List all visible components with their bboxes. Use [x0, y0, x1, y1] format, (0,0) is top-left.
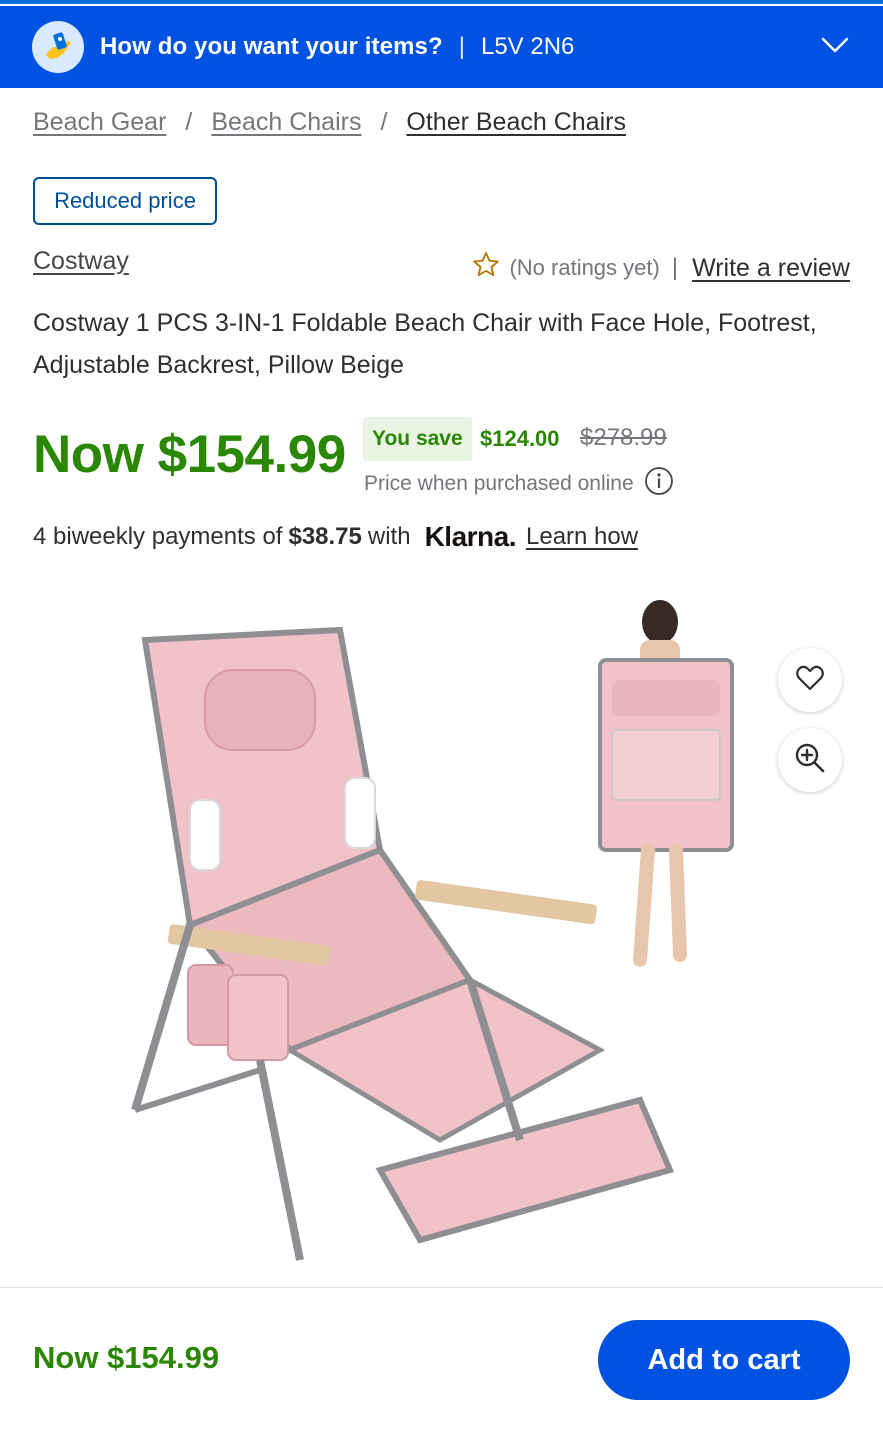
klarna-logo: Klarna.	[424, 521, 517, 552]
klarna-with: with	[367, 523, 411, 550]
klarna-installments: 4 biweekly payments of $38.75 with Klarn…	[33, 521, 638, 553]
save-amount: $124.00	[480, 426, 560, 451]
add-to-cart-button[interactable]: Add to cart	[598, 1320, 850, 1400]
header-separator: |	[458, 33, 465, 60]
breadcrumb-beach-chairs[interactable]: Beach Chairs	[211, 108, 361, 137]
write-review-link[interactable]: Write a review	[692, 254, 850, 283]
heart-icon	[795, 664, 825, 697]
footer-price: Now $154.99	[33, 1340, 220, 1375]
current-price: Now $154.99	[33, 425, 346, 484]
star-outline-icon	[471, 250, 501, 286]
favorite-button[interactable]	[778, 648, 842, 712]
product-image	[131, 600, 734, 1261]
chevron-down-icon[interactable]	[821, 36, 849, 59]
reduced-price-badge: Reduced price	[33, 177, 217, 225]
breadcrumb-beach-gear[interactable]: Beach Gear	[33, 108, 166, 137]
breadcrumb-separator: /	[185, 108, 193, 136]
klarna-prefix: 4 biweekly payments of	[33, 523, 283, 550]
breadcrumb-other-beach-chairs[interactable]: Other Beach Chairs	[406, 108, 626, 137]
postal-code: L5V 2N6	[480, 33, 575, 60]
delivery-hand-icon	[32, 21, 84, 73]
breadcrumb: Beach Gear / Beach Chairs / Other Beach …	[33, 108, 626, 137]
zoom-in-icon	[794, 742, 826, 779]
rating-summary: (No ratings yet) | Write a review	[471, 250, 850, 286]
fulfillment-title: How do you want your items?	[100, 33, 443, 60]
rating-separator: |	[671, 254, 679, 281]
rating-text: (No ratings yet)	[509, 255, 660, 280]
zoom-button[interactable]	[778, 728, 842, 792]
brand-link[interactable]: Costway	[33, 247, 129, 276]
learn-how-link[interactable]: Learn how	[526, 523, 638, 551]
product-image-carousel[interactable]	[0, 580, 883, 1280]
fulfillment-header[interactable]: How do you want your items? | L5V 2N6	[0, 6, 883, 88]
was-price: $278.99	[580, 424, 667, 451]
footer-divider	[0, 1287, 883, 1288]
breadcrumb-separator: /	[380, 108, 388, 136]
product-title: Costway 1 PCS 3-IN-1 Foldable Beach Chai…	[33, 309, 817, 379]
info-icon[interactable]	[644, 466, 674, 502]
you-save-badge: You save	[363, 417, 472, 461]
online-price-note-text: Price when purchased online	[364, 472, 634, 495]
klarna-amount: $38.75	[288, 523, 362, 550]
online-price-note: Price when purchased online	[364, 466, 674, 502]
